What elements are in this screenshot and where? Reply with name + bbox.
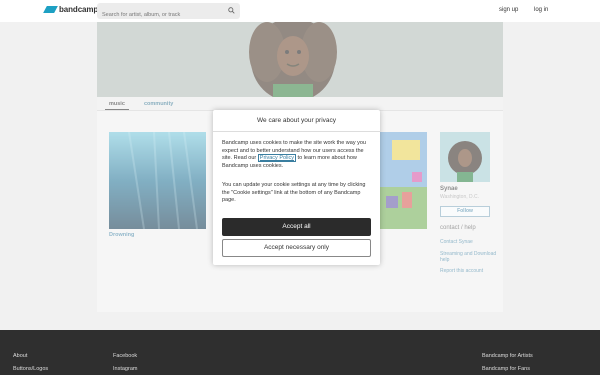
search-box bbox=[97, 3, 240, 23]
dialog-body: Bandcamp uses cookies to make the site w… bbox=[222, 140, 373, 170]
search-input[interactable] bbox=[97, 7, 222, 23]
privacy-policy-link[interactable]: Privacy Policy bbox=[257, 154, 297, 162]
log-in-link[interactable]: log in bbox=[534, 7, 548, 13]
footer-link-instagram[interactable]: Instagram bbox=[113, 366, 137, 372]
dialog-body-2: You can update your cookie settings at a… bbox=[222, 182, 366, 203]
dialog-title: We care about your privacy bbox=[257, 117, 336, 124]
site-footer: About Buttons/Logos Facebook Instagram B… bbox=[0, 330, 600, 375]
search-icon[interactable] bbox=[228, 7, 235, 14]
divider bbox=[213, 131, 380, 132]
cookie-consent-dialog: We care about your privacy Bandcamp uses… bbox=[213, 110, 380, 265]
bandcamp-logo-icon bbox=[43, 6, 58, 13]
footer-link-for-artists[interactable]: Bandcamp for Artists bbox=[482, 353, 533, 359]
top-header: bandcamp sign up log in bbox=[0, 0, 600, 23]
footer-link-about[interactable]: About bbox=[13, 353, 27, 359]
footer-link-facebook[interactable]: Facebook bbox=[113, 353, 137, 359]
footer-link-for-fans[interactable]: Bandcamp for Fans bbox=[482, 366, 530, 372]
accept-all-button[interactable]: Accept all bbox=[222, 218, 371, 236]
footer-link-buttons-logos[interactable]: Buttons/Logos bbox=[13, 366, 48, 372]
bandcamp-logo[interactable]: bandcamp bbox=[43, 5, 99, 14]
accept-necessary-button[interactable]: Accept necessary only bbox=[222, 239, 371, 257]
logo-text: bandcamp bbox=[59, 5, 99, 14]
sign-up-link[interactable]: sign up bbox=[499, 7, 518, 13]
